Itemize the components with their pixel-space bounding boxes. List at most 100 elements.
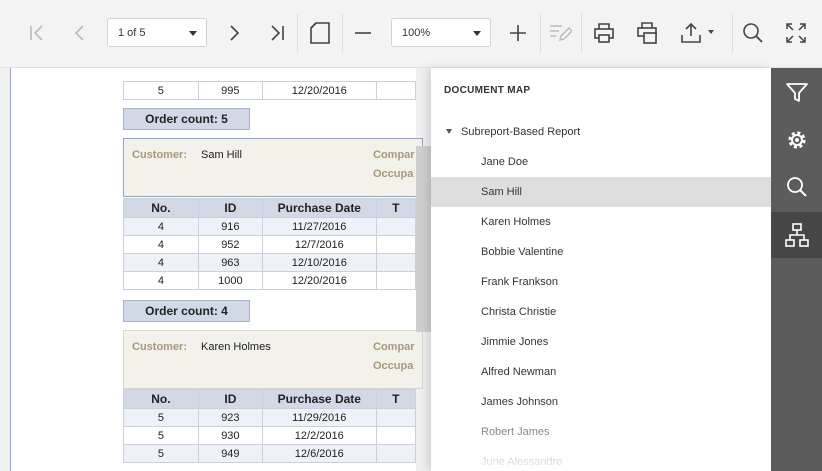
document-map-root[interactable]: Subreport-Based Report — [431, 117, 771, 147]
cell-no: 4 — [123, 217, 199, 236]
document-map-item[interactable]: James Johnson — [431, 387, 771, 417]
cell-id: 995 — [197, 81, 263, 100]
cell-date: 11/27/2016 — [261, 217, 377, 236]
table-row: 4 916 11/27/2016 — [123, 217, 417, 236]
report-page: 5 995 12/20/2016 Order count: 5 Customer… — [10, 68, 423, 471]
customer-name: Sam Hill — [201, 149, 242, 161]
cell-id: 930 — [197, 426, 263, 445]
occupation-label: Occupa — [373, 168, 414, 180]
toolbar: 1 of 5 100% — [0, 0, 822, 68]
document-map-item-label: Frank Frankson — [481, 276, 559, 288]
last-page-icon — [271, 25, 284, 41]
report-viewer[interactable]: 5 995 12/20/2016 Order count: 5 Customer… — [0, 68, 431, 471]
document-map-item-label: Bobbie Valentine — [481, 246, 564, 258]
document-map-item[interactable]: Bobbie Valentine — [431, 237, 771, 267]
document-map-item-label: Karen Holmes — [481, 216, 551, 228]
table-header-row: No. ID Purchase Date T — [123, 389, 417, 409]
side-tab-bar — [771, 68, 822, 471]
page-selector-value: 1 of 5 — [118, 26, 146, 39]
search-button[interactable] — [738, 18, 768, 48]
document-map-panel: DOCUMENT MAP Subreport-Based Report Jane… — [431, 68, 771, 471]
document-map-title: DOCUMENT MAP — [444, 85, 531, 96]
document-map-item[interactable]: Christa Christie — [431, 297, 771, 327]
document-map-item-label: Robert James — [481, 426, 550, 438]
order-count: Order count: 5 — [123, 108, 250, 130]
customer-header[interactable]: Customer: Karen Holmes Compar Occupa — [123, 330, 423, 389]
cell-date: 12/7/2016 — [261, 235, 377, 254]
expand-triangle-icon[interactable] — [446, 129, 452, 134]
tab-parameters[interactable] — [771, 117, 822, 163]
header-no: No. — [123, 389, 199, 409]
header-id: ID — [197, 389, 263, 409]
search-icon — [743, 23, 763, 43]
document-map-item-label: James Johnson — [481, 396, 559, 408]
document-map-item-label: Christa Christie — [481, 306, 557, 318]
zoom-out-button[interactable] — [348, 18, 378, 48]
customer-header[interactable]: Customer: Sam Hill Compar Occupa — [123, 138, 423, 197]
customer-name: Karen Holmes — [201, 341, 271, 353]
toolbar-separator — [540, 14, 541, 52]
company-label: Compar — [373, 149, 415, 161]
document-map-item-label: Jane Doe — [481, 156, 529, 168]
previous-page-button[interactable] — [65, 18, 95, 48]
page-setup-button[interactable] — [305, 18, 335, 48]
vertical-scrollbar-thumb[interactable] — [416, 146, 431, 332]
document-map-item[interactable]: Jane Doe — [431, 147, 771, 177]
first-page-button[interactable] — [22, 18, 52, 48]
cell-total — [375, 426, 417, 445]
order-table: 5 995 12/20/2016 — [123, 81, 417, 100]
header-total: T — [375, 389, 417, 409]
header-total: T — [375, 198, 417, 218]
document-map-item[interactable]: Robert James — [431, 417, 771, 447]
page-selector[interactable]: 1 of 5 — [107, 18, 207, 47]
first-page-icon — [30, 25, 43, 41]
document-map-icon — [784, 223, 809, 247]
table-row: 5 949 12/6/2016 — [123, 444, 417, 463]
document-map-item[interactable]: Jimmie Jones — [431, 327, 771, 357]
fullscreen-button[interactable] — [781, 18, 811, 48]
cell-date: 11/29/2016 — [261, 408, 377, 427]
chevron-left-icon — [74, 25, 84, 41]
document-map-item[interactable]: Frank Frankson — [431, 267, 771, 297]
last-page-button[interactable] — [262, 18, 292, 48]
cell-total — [375, 444, 417, 463]
table-row: 4 952 12/7/2016 — [123, 235, 417, 254]
cell-total — [375, 408, 417, 427]
chevron-right-icon — [230, 25, 240, 41]
next-page-button[interactable] — [219, 18, 249, 48]
document-map-item[interactable]: June Alessandro — [431, 447, 771, 471]
zoom-in-button[interactable] — [503, 18, 533, 48]
table-row: 4 963 12/10/2016 — [123, 253, 417, 272]
cell-date: 12/20/2016 — [261, 271, 377, 290]
tab-document-map[interactable] — [771, 212, 822, 258]
filter-icon — [785, 83, 808, 102]
document-map-item[interactable]: Karen Holmes — [431, 207, 771, 237]
chevron-down-icon — [473, 31, 481, 36]
print-page-button[interactable] — [632, 18, 662, 48]
page-icon — [310, 22, 330, 44]
export-button[interactable] — [677, 18, 719, 48]
document-map-item-label: June Alessandro — [481, 456, 563, 468]
editing-fields-button[interactable] — [545, 18, 575, 48]
document-map-item[interactable]: Alfred Newman — [431, 357, 771, 387]
document-map-item-selected[interactable]: Sam Hill — [431, 177, 771, 207]
order-table: No. ID Purchase Date T 5 923 11/29/2016 … — [123, 389, 417, 463]
tab-search[interactable] — [771, 164, 822, 210]
tab-filter[interactable] — [771, 70, 822, 116]
toolbar-separator — [732, 14, 733, 52]
upload-icon — [681, 22, 714, 43]
customer-label: Customer: — [132, 149, 188, 161]
order-table: No. ID Purchase Date T 4 916 11/27/2016 … — [123, 198, 417, 290]
edit-fields-icon — [550, 25, 572, 42]
cell-total — [375, 253, 417, 272]
cell-id: 952 — [197, 235, 263, 254]
header-no: No. — [123, 198, 199, 218]
print-button[interactable] — [589, 18, 619, 48]
cell-no: 5 — [123, 426, 199, 445]
zoom-selector-value: 100% — [402, 26, 431, 39]
table-row: 5 995 12/20/2016 — [123, 81, 417, 100]
toolbar-separator — [342, 14, 343, 52]
occupation-label: Occupa — [373, 360, 414, 372]
header-purchase-date: Purchase Date — [261, 198, 377, 218]
zoom-selector[interactable]: 100% — [391, 18, 491, 47]
